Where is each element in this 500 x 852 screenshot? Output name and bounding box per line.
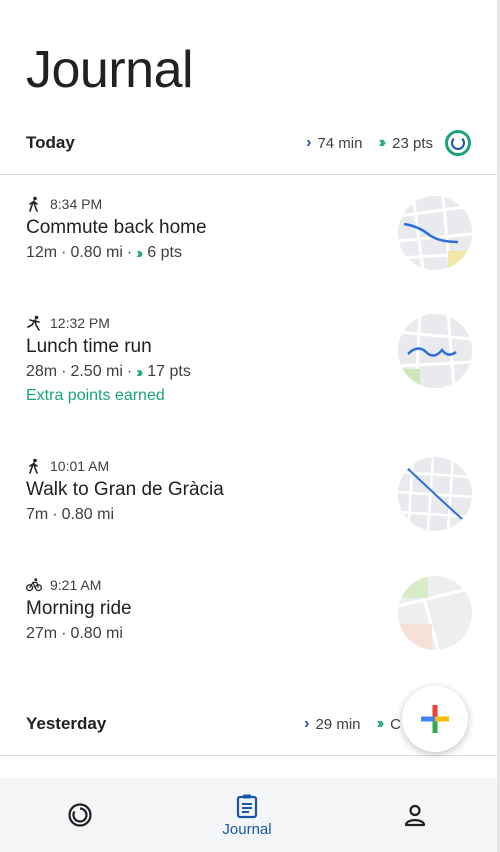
activity-distance: 0.80 mi — [61, 506, 115, 523]
activity-meta: 27m · 0.80 mi — [26, 625, 123, 643]
profile-icon — [404, 804, 426, 827]
activity-distance: 0.80 mi — [70, 625, 123, 642]
summary-points: 23 pts — [392, 134, 433, 152]
minutes-chevron-icon: › — [306, 134, 312, 151]
activity-title: Walk to Gran de Gràcia — [26, 479, 224, 500]
activity-meta: 28m · 2.50 mi · ›› 17 pts — [26, 363, 191, 381]
activity-time: 8:34 PM — [50, 196, 103, 212]
activity-points: 6 pts — [147, 244, 182, 261]
activity-points: 17 pts — [147, 363, 191, 380]
section-label: Yesterday — [26, 714, 107, 733]
route-map-thumbnail[interactable] — [398, 576, 472, 650]
bottom-navigation: Journal — [0, 778, 497, 852]
nav-home[interactable] — [55, 778, 105, 852]
walk-icon — [29, 458, 38, 474]
points-chevron-icon: ›› — [378, 134, 385, 151]
divider — [0, 755, 497, 756]
activity-distance: 2.50 mi — [70, 363, 123, 380]
nav-profile[interactable] — [390, 778, 440, 852]
journal-icon — [236, 794, 258, 818]
nav-journal[interactable]: Journal — [207, 778, 287, 852]
activity-title: Lunch time run — [26, 336, 152, 357]
nav-label: Journal — [222, 820, 272, 838]
summary-points: C — [390, 715, 401, 733]
activity-duration: 27m — [26, 625, 58, 642]
activity-duration: 28m — [26, 363, 58, 380]
route-map-thumbnail[interactable] — [398, 457, 472, 531]
activity-time: 12:32 PM — [50, 315, 110, 331]
separator: · — [126, 244, 133, 261]
run-icon — [27, 315, 40, 331]
separator: · — [52, 506, 58, 523]
home-ring-icon — [68, 803, 92, 827]
divider — [0, 174, 497, 175]
points-chevron-icon: ›› — [376, 715, 384, 732]
activity-distance: 0.80 mi — [70, 244, 123, 261]
activity-title: Morning ride — [26, 598, 132, 619]
route-map-thumbnail[interactable] — [398, 196, 472, 270]
activity-time: 10:01 AM — [50, 458, 110, 474]
section-header-today: Today › 74 min ›› 23 pts — [0, 117, 497, 169]
section-label: Today — [26, 133, 75, 152]
activity-meta: 12m · 0.80 mi · ›› 6 pts — [26, 244, 182, 262]
activity-duration: 12m — [26, 244, 58, 261]
separator: · — [126, 363, 133, 380]
plus-icon — [421, 705, 449, 733]
points-chevron-icon: ›› — [136, 244, 143, 262]
bike-icon — [26, 578, 42, 592]
route-map-thumbnail[interactable] — [398, 314, 472, 388]
summary-minutes: 29 min — [315, 715, 361, 733]
activity-meta: 7m · 0.80 mi — [26, 506, 114, 524]
goal-ring-icon[interactable] — [445, 130, 471, 156]
separator: · — [61, 363, 67, 380]
points-chevron-icon: ›› — [136, 363, 143, 381]
minutes-chevron-icon: › — [304, 715, 310, 732]
activity-time: 9:21 AM — [50, 577, 102, 593]
activity-title: Commute back home — [26, 217, 207, 238]
day-summary: › 74 min ›› 23 pts — [306, 127, 471, 159]
activity-duration: 7m — [26, 506, 49, 523]
day-summary: › 29 min ›› C — [304, 708, 401, 740]
summary-minutes: 74 min — [317, 134, 363, 152]
walk-icon — [29, 196, 38, 212]
separator: · — [61, 244, 67, 261]
separator: · — [61, 625, 67, 642]
extra-points-label: Extra points earned — [26, 387, 165, 404]
add-activity-button[interactable] — [402, 686, 468, 752]
page-title: Journal — [26, 41, 194, 99]
